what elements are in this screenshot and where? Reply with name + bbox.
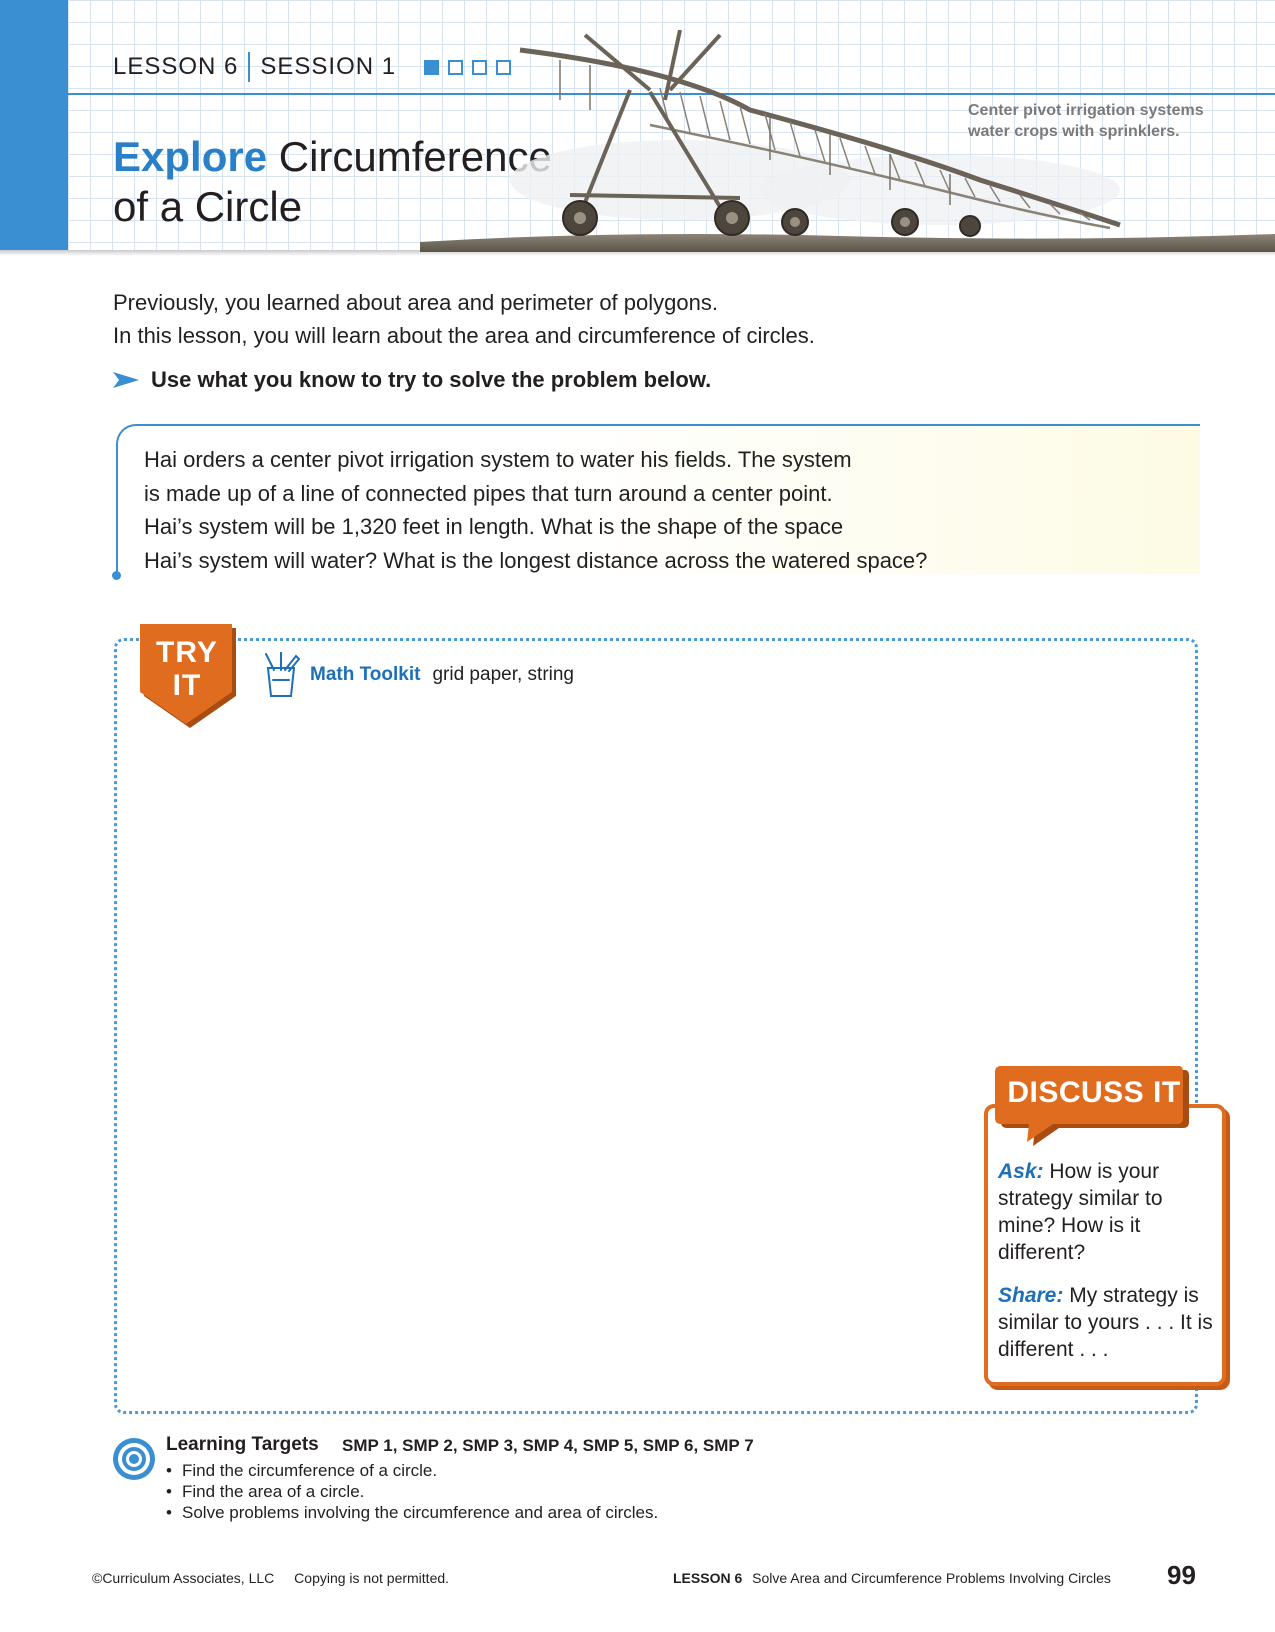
intro-line2: In this lesson, you will learn about the…	[113, 323, 815, 348]
learning-target-item: Find the circumference of a circle.	[166, 1460, 658, 1481]
footer-copyright: ©Curriculum Associates, LLC Copying is n…	[92, 1570, 449, 1586]
learning-targets-smp: SMP 1, SMP 2, SMP 3, SMP 4, SMP 5, SMP 6…	[342, 1436, 754, 1455]
photo-caption-line1: Center pivot irrigation systems	[968, 102, 1204, 119]
learning-targets-list: Find the circumference of a circle. Find…	[166, 1460, 658, 1523]
try-it-label: TRY IT	[140, 636, 234, 702]
try-it-line2: IT	[172, 669, 202, 702]
toolkit-items: grid paper, string	[432, 664, 574, 685]
toolkit-label: Math Toolkit	[310, 664, 421, 685]
problem-text: Hai orders a center pivot irrigation sys…	[144, 443, 1144, 577]
problem-line3: Hai’s system will be 1,320 feet in lengt…	[144, 514, 844, 539]
intro-line1: Previously, you learned about area and p…	[113, 290, 718, 315]
page-number: 99	[1167, 1560, 1196, 1590]
ask-prompt: Ask: How is your strategy similar to min…	[998, 1158, 1218, 1266]
learning-target-item: Solve problems involving the circumferen…	[166, 1502, 658, 1523]
math-toolkit: Math Toolkit grid paper, string	[262, 652, 574, 698]
footer-lesson-title: LESSON 6 Solve Area and Circumference Pr…	[673, 1570, 1111, 1586]
title-explore: Explore	[113, 133, 268, 180]
instruction-text: Use what you know to try to solve the pr…	[151, 367, 712, 392]
try-it-line1: TRY	[156, 636, 218, 669]
photo-caption-line2: water crops with sprinklers.	[968, 123, 1180, 140]
lesson-color-bar	[0, 0, 68, 250]
toolkit-cup-icon	[265, 652, 300, 697]
problem-line2: is made up of a line of connected pipes …	[144, 480, 833, 506]
share-prompt: Share: My strategy is similar to yours .…	[998, 1282, 1218, 1363]
session-label: SESSION 1	[260, 53, 397, 80]
intro-text: Previously, you learned about area and p…	[113, 286, 815, 352]
lesson-divider	[248, 52, 251, 82]
problem-line1: Hai orders a center pivot irrigation sys…	[144, 447, 852, 472]
copy-notice: Copying is not permitted.	[294, 1570, 450, 1586]
target-icon	[113, 1438, 155, 1480]
copyright-text: ©Curriculum Associates, LLC	[92, 1570, 275, 1586]
problem-line4: Hai’s system will water? What is the lon…	[144, 547, 928, 573]
photo-caption: Center pivot irrigation systems water cr…	[968, 100, 1238, 142]
ask-label: Ask:	[998, 1160, 1044, 1183]
footer-lesson-name: Solve Area and Circumference Problems In…	[752, 1570, 1111, 1586]
footer-lesson-label: LESSON 6	[673, 1570, 743, 1586]
arrow-right-icon	[113, 372, 139, 388]
problem-box-dot	[112, 571, 121, 580]
title-line2: of a Circle	[113, 183, 303, 230]
learning-target-item: Find the area of a circle.	[166, 1481, 658, 1502]
lesson-label: LESSON 6	[113, 53, 239, 80]
instruction: Use what you know to try to solve the pr…	[113, 367, 711, 393]
share-label: Share:	[998, 1284, 1064, 1307]
discuss-it-body: Ask: How is your strategy similar to min…	[998, 1158, 1218, 1379]
learning-targets-heading: Learning Targets	[166, 1434, 319, 1455]
discuss-it-title: DISCUSS IT	[1007, 1076, 1181, 1109]
